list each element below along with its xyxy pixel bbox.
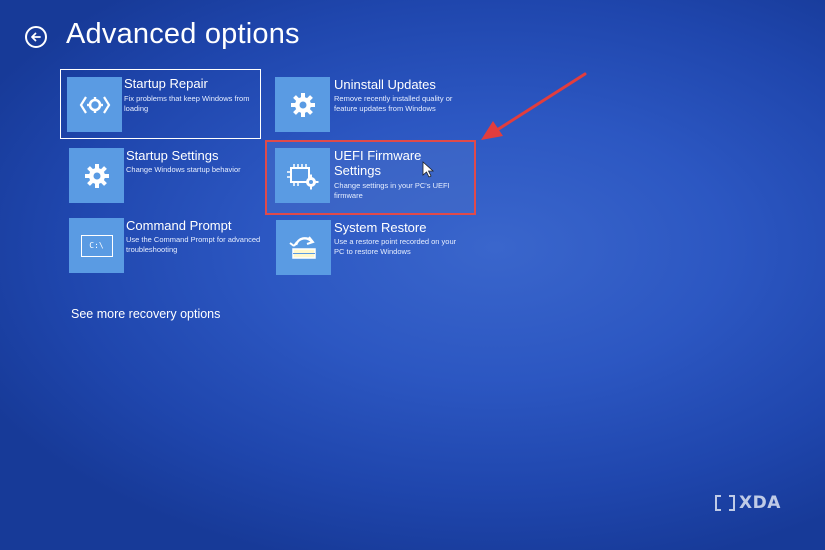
tile-description: Use a restore point recorded on your PC …	[334, 237, 457, 256]
terminal-text: C:\	[80, 234, 113, 257]
gear-brackets-icon	[67, 77, 122, 132]
tile-description: Use the Command Prompt for advanced trou…	[126, 235, 261, 254]
tile-title: Command Prompt	[126, 218, 232, 233]
gear-icon	[275, 77, 330, 132]
tile-title: Startup Repair	[124, 76, 208, 91]
tile-system-restore[interactable]: System Restore Use a restore point recor…	[276, 220, 476, 278]
tile-description: Change Windows startup behavior	[126, 165, 241, 174]
red-arrow-icon	[481, 72, 587, 140]
tile-description: Remove recently installed quality or fea…	[334, 94, 453, 113]
watermark-text: XDA	[739, 493, 781, 513]
chip-gear-icon	[275, 148, 330, 203]
page-title: Advanced options	[66, 18, 300, 50]
see-more-recovery-options-link[interactable]: See more recovery options	[71, 307, 220, 321]
tile-title: Startup Settings	[126, 148, 219, 163]
xda-watermark: XDA	[715, 493, 781, 513]
tile-description: Change settings in your PC's UEFI firmwa…	[334, 181, 450, 200]
restore-icon	[276, 220, 331, 275]
terminal-icon: C:\	[69, 218, 124, 273]
tile-uefi-firmware-settings[interactable]: UEFI Firmware Settings Change settings i…	[275, 148, 470, 210]
tile-title: Uninstall Updates	[334, 77, 436, 92]
tile-startup-repair[interactable]: Startup Repair Fix problems that keep Wi…	[60, 69, 261, 139]
back-arrow-icon	[31, 32, 41, 42]
back-button[interactable]	[25, 26, 47, 48]
gear-icon	[69, 148, 124, 203]
tile-title: System Restore	[334, 220, 427, 235]
tile-command-prompt[interactable]: C:\ Command Prompt Use the Command Promp…	[69, 218, 261, 276]
tile-uninstall-updates[interactable]: Uninstall Updates Remove recently instal…	[275, 77, 475, 135]
tile-title: UEFI Firmware Settings	[334, 148, 422, 178]
xda-logo-icon	[715, 495, 735, 511]
tile-description: Fix problems that keep Windows from load…	[124, 94, 250, 113]
tile-startup-settings[interactable]: Startup Settings Change Windows startup …	[69, 148, 259, 206]
